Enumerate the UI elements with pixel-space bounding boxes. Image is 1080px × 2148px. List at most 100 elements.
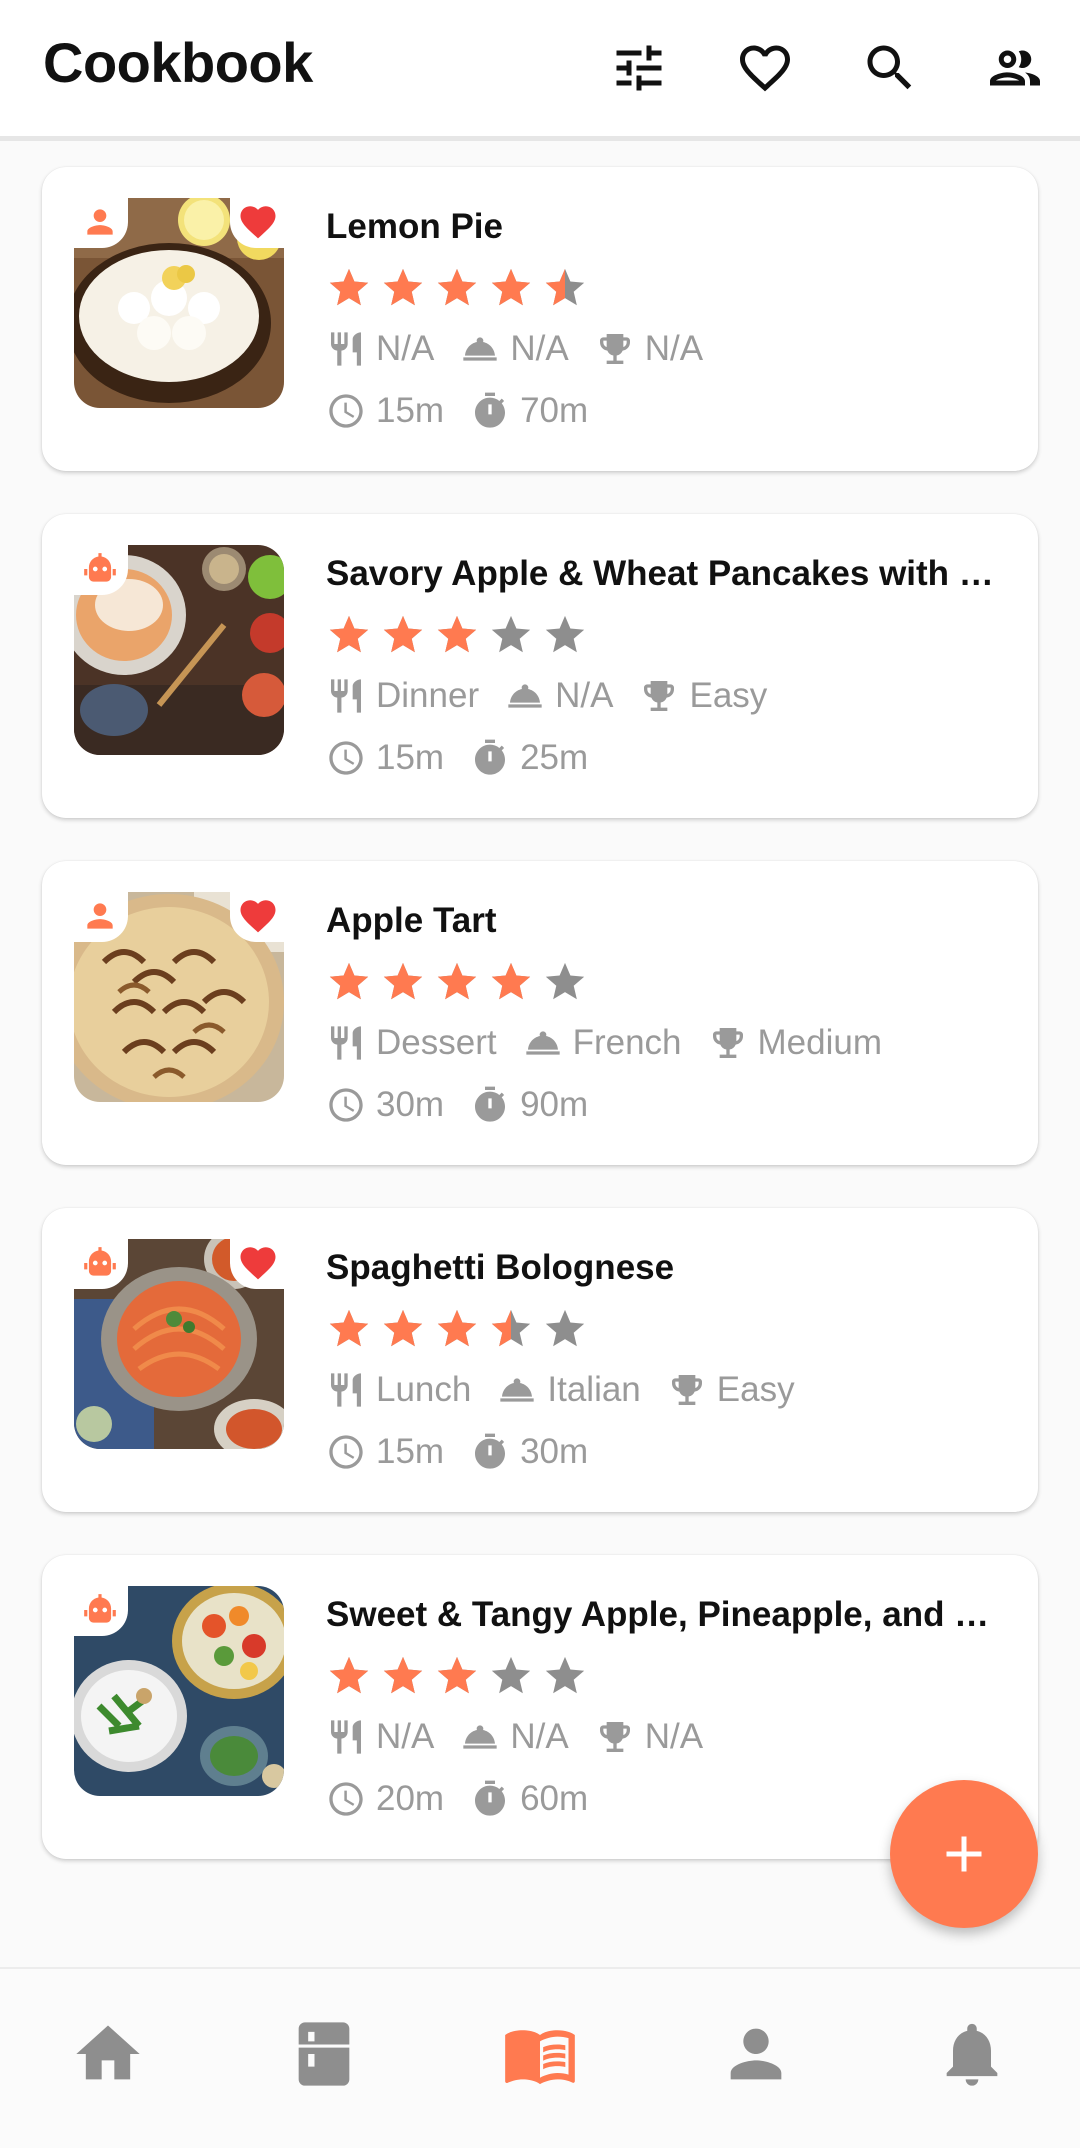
cuisine: Italian — [547, 1370, 641, 1409]
recipe-meta-row: Lunch Italian Easy — [326, 1368, 821, 1412]
nav-notifications[interactable] — [922, 2009, 1022, 2099]
heart-filled-icon — [240, 900, 276, 933]
recipe-title: Sweet & Tangy Apple, Pineapple, and … — [326, 1595, 990, 1634]
prep-time: 30m — [376, 1085, 445, 1124]
cloche-icon — [500, 1378, 535, 1402]
clock-icon — [329, 1088, 363, 1122]
recipe-card[interactable]: Sweet & Tangy Apple, Pineapple, and … N/… — [42, 1555, 1038, 1859]
recipe-meta-row: N/A N/A N/A — [326, 1715, 729, 1759]
cloche-icon — [463, 337, 498, 361]
star-filled-icon — [383, 962, 423, 1000]
favorite-button[interactable] — [230, 1237, 286, 1289]
cookbook-screen: Cookbook Lemon Pie N/A N/A N/A 15m 70m S… — [0, 0, 1080, 2148]
star-filled-icon — [329, 1656, 369, 1694]
star-empty-icon — [491, 615, 531, 653]
recipe-card[interactable]: Apple Tart Dessert French Medium 30m 90m — [42, 861, 1038, 1165]
difficulty: N/A — [644, 329, 704, 368]
recipe-time-row: 15m 30m — [326, 1430, 614, 1474]
meal-type: Lunch — [376, 1370, 472, 1409]
add-recipe-button[interactable] — [890, 1780, 1038, 1928]
prep-time: 15m — [376, 1432, 445, 1471]
recipe-title: Lemon Pie — [326, 207, 503, 246]
recipe-list[interactable]: Lemon Pie N/A N/A N/A 15m 70m Savory App… — [0, 141, 1080, 1967]
recipe-time-row: 30m 90m — [326, 1083, 614, 1127]
difficulty: Easy — [689, 676, 768, 715]
timer-icon — [475, 739, 506, 775]
cloche-icon — [525, 1031, 560, 1055]
search-icon — [867, 45, 912, 90]
favorites-button[interactable] — [727, 30, 803, 106]
star-filled-icon — [383, 1309, 423, 1347]
app-title: Cookbook — [43, 31, 313, 94]
cook-time: 70m — [520, 391, 589, 430]
recipe-meta-row: N/A N/A N/A — [326, 327, 729, 371]
recipe-card[interactable]: Spaghetti Bolognese Lunch Italian Easy 1… — [42, 1208, 1038, 1512]
filter-button[interactable] — [601, 30, 677, 106]
trophy-icon — [599, 1722, 630, 1752]
nav-home[interactable] — [58, 2009, 158, 2099]
robot-icon — [84, 1247, 116, 1276]
meal-type: N/A — [376, 1717, 435, 1756]
favorite-button[interactable] — [230, 890, 286, 942]
star-empty-icon — [491, 1656, 531, 1694]
recipe-meta-row: Dessert French Medium — [326, 1021, 908, 1065]
trophy-icon — [712, 1028, 743, 1058]
nav-cookbook[interactable] — [490, 2009, 590, 2099]
prep-time: 15m — [376, 738, 445, 777]
search-button[interactable] — [852, 30, 928, 106]
cook-time: 60m — [520, 1779, 589, 1818]
star-half-icon — [545, 268, 585, 306]
nav-fridge[interactable] — [274, 2009, 374, 2099]
heart-filled-icon — [240, 206, 276, 239]
rating-stars — [326, 1653, 588, 1701]
star-filled-icon — [491, 962, 531, 1000]
timer-icon — [475, 392, 506, 428]
person-icon — [87, 209, 113, 235]
source-badge — [72, 543, 128, 595]
star-filled-icon — [383, 1656, 423, 1694]
trophy-icon — [644, 681, 675, 711]
bottom-navigation — [0, 1967, 1080, 2148]
star-filled-icon — [329, 962, 369, 1000]
star-filled-icon — [329, 1309, 369, 1347]
timer-icon — [475, 1086, 506, 1122]
person-icon — [87, 903, 113, 929]
recipe-card[interactable]: Savory Apple & Wheat Pancakes with … Din… — [42, 514, 1038, 818]
cloche-icon — [463, 1725, 498, 1749]
robot-icon — [84, 1594, 116, 1623]
app-bar: Cookbook — [0, 0, 1080, 141]
source-badge — [72, 1584, 128, 1636]
star-filled-icon — [437, 962, 477, 1000]
cuisine: N/A — [510, 329, 569, 368]
star-empty-icon — [545, 1309, 585, 1347]
bell-icon — [946, 2023, 998, 2086]
nav-profile[interactable] — [706, 2009, 806, 2099]
star-filled-icon — [437, 615, 477, 653]
plus-icon — [946, 1836, 982, 1872]
utensils-icon — [331, 1026, 361, 1060]
home-icon — [76, 2025, 140, 2080]
recipe-title: Apple Tart — [326, 901, 497, 940]
source-badge — [72, 196, 128, 248]
heart-filled-icon — [240, 1247, 276, 1280]
favorite-button[interactable] — [230, 196, 286, 248]
robot-icon — [84, 553, 116, 582]
star-filled-icon — [329, 615, 369, 653]
trophy-icon — [599, 334, 630, 364]
people-button[interactable] — [977, 30, 1053, 106]
utensils-icon — [331, 332, 361, 366]
recipe-time-row: 15m 70m — [326, 389, 614, 433]
fridge-icon — [298, 2022, 350, 2086]
trophy-icon — [671, 1375, 702, 1405]
rating-stars — [326, 1306, 588, 1354]
meal-type: N/A — [376, 329, 435, 368]
recipe-card[interactable]: Lemon Pie N/A N/A N/A 15m 70m — [42, 167, 1038, 471]
recipe-meta-row: Dinner N/A Easy — [326, 674, 793, 718]
star-filled-icon — [383, 615, 423, 653]
rating-stars — [326, 959, 588, 1007]
star-filled-icon — [491, 268, 531, 306]
difficulty: Medium — [757, 1023, 883, 1062]
heart-outline-icon — [740, 45, 790, 92]
prep-time: 15m — [376, 391, 445, 430]
filter-sliders-icon — [616, 45, 662, 91]
